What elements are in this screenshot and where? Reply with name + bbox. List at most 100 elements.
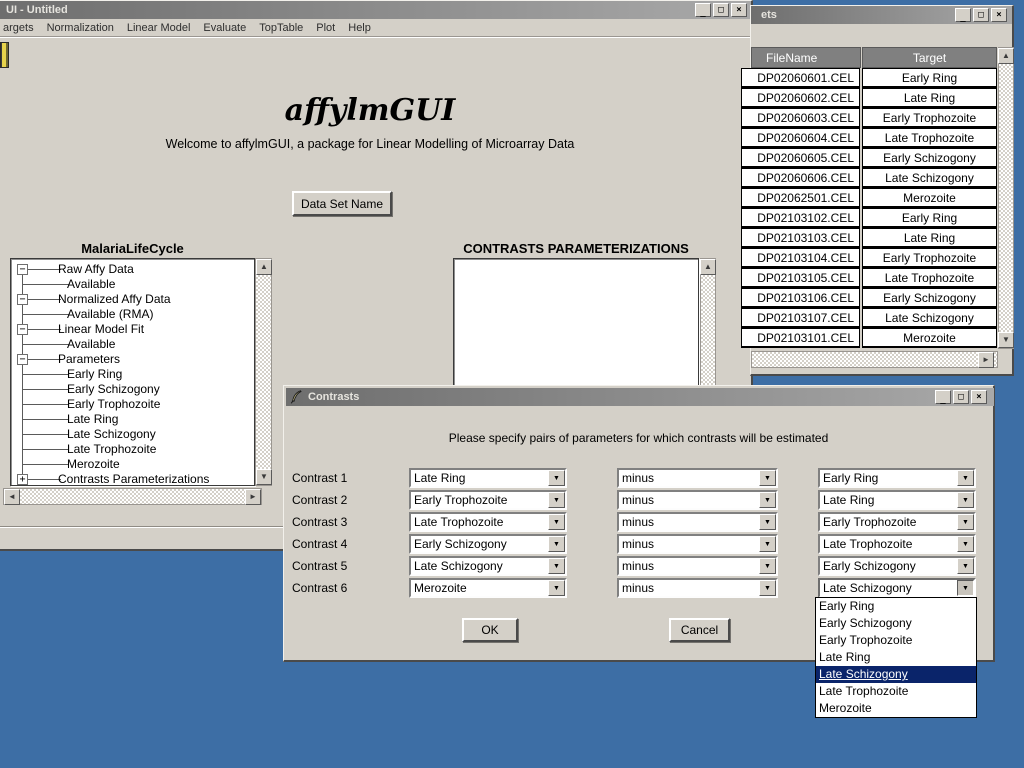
chevron-down-icon[interactable]: ▼ bbox=[759, 580, 776, 596]
tree-collapse-icon[interactable]: − bbox=[17, 324, 28, 335]
close-button[interactable]: × bbox=[991, 8, 1007, 22]
table-cell-file[interactable]: DP02062501.CEL bbox=[741, 188, 860, 208]
main-window-titlebar[interactable]: UI - Untitled bbox=[0, 1, 751, 19]
table-cell-target[interactable]: Late Ring bbox=[862, 88, 997, 108]
dropdown-option[interactable]: Early Trophozoite bbox=[816, 632, 976, 649]
dropdown-option[interactable]: Merozoite bbox=[816, 700, 976, 717]
chevron-down-icon[interactable]: ▼ bbox=[957, 580, 974, 596]
table-cell-file[interactable]: DP02103102.CEL bbox=[741, 208, 860, 228]
chevron-down-icon[interactable]: ▼ bbox=[759, 536, 776, 552]
table-cell-target[interactable]: Merozoite bbox=[862, 188, 997, 208]
dropdown-option-selected[interactable]: Late Schizogony bbox=[816, 666, 976, 683]
tree-item[interactable]: + Contrasts Parameterizations bbox=[11, 472, 254, 486]
tree-expand-icon[interactable]: + bbox=[17, 474, 28, 485]
tree-item[interactable]: Available bbox=[11, 277, 254, 292]
table-cell-file[interactable]: DP02103107.CEL bbox=[741, 308, 860, 328]
chevron-down-icon[interactable]: ▼ bbox=[548, 536, 565, 552]
table-cell-file[interactable]: DP02060601.CEL bbox=[741, 68, 860, 88]
chevron-down-icon[interactable]: ▼ bbox=[548, 492, 565, 508]
dropdown-option[interactable]: Late Trophozoite bbox=[816, 683, 976, 700]
tree-item[interactable]: − Parameters bbox=[11, 352, 254, 367]
contrast6-operator-dropdown[interactable]: minus▼ bbox=[617, 578, 778, 598]
table-cell-target[interactable]: Early Trophozoite bbox=[862, 108, 997, 128]
dropdown-option[interactable]: Late Ring bbox=[816, 649, 976, 666]
scroll-down-icon[interactable]: ▼ bbox=[998, 332, 1014, 348]
contrast1-param1-dropdown[interactable]: Late Ring▼ bbox=[409, 468, 567, 488]
menu-linear-model[interactable]: Linear Model bbox=[127, 22, 191, 34]
contrasts-dialog-titlebar[interactable]: Contrasts bbox=[286, 388, 994, 406]
contrast2-param1-dropdown[interactable]: Early Trophozoite▼ bbox=[409, 490, 567, 510]
table-cell-target[interactable]: Early Schizogony bbox=[862, 148, 997, 168]
contrast1-param2-dropdown[interactable]: Early Ring▼ bbox=[818, 468, 976, 488]
contrast3-operator-dropdown[interactable]: minus▼ bbox=[617, 512, 778, 532]
table-cell-file[interactable]: DP02103105.CEL bbox=[741, 268, 860, 288]
tree-item[interactable]: Early Ring bbox=[11, 367, 254, 382]
menu-toptable[interactable]: TopTable bbox=[259, 22, 303, 34]
table-cell-target[interactable]: Late Trophozoite bbox=[862, 128, 997, 148]
table-cell-file[interactable]: DP02060606.CEL bbox=[741, 168, 860, 188]
table-cell-file[interactable]: DP02060603.CEL bbox=[741, 108, 860, 128]
tree-item[interactable]: Late Ring bbox=[11, 412, 254, 427]
contrast2-param2-dropdown[interactable]: Late Ring▼ bbox=[818, 490, 976, 510]
tree-item[interactable]: Early Trophozoite bbox=[11, 397, 254, 412]
ok-button[interactable]: OK bbox=[462, 618, 518, 642]
chevron-down-icon[interactable]: ▼ bbox=[759, 470, 776, 486]
tree-item[interactable]: Late Trophozoite bbox=[11, 442, 254, 457]
dataset-name-button[interactable]: Data Set Name bbox=[292, 191, 392, 216]
cancel-button[interactable]: Cancel bbox=[669, 618, 730, 642]
chevron-down-icon[interactable]: ▼ bbox=[957, 492, 974, 508]
minimize-button[interactable]: _ bbox=[935, 390, 951, 404]
scroll-left-icon[interactable]: ◄ bbox=[4, 489, 20, 505]
targets-hscrollbar[interactable]: ► bbox=[751, 351, 998, 368]
tree-item[interactable]: − Linear Model Fit bbox=[11, 322, 254, 337]
tree-vscrollbar[interactable]: ▲ ▼ bbox=[255, 258, 272, 486]
tree-item[interactable]: − Raw Affy Data bbox=[11, 262, 254, 277]
table-cell-file[interactable]: DP02103106.CEL bbox=[741, 288, 860, 308]
tree-item[interactable]: Available (RMA) bbox=[11, 307, 254, 322]
contrast3-param2-dropdown[interactable]: Early Trophozoite▼ bbox=[818, 512, 976, 532]
scroll-up-icon[interactable]: ▲ bbox=[998, 48, 1014, 64]
chevron-down-icon[interactable]: ▼ bbox=[759, 492, 776, 508]
minimize-button[interactable]: _ bbox=[695, 3, 711, 17]
chevron-down-icon[interactable]: ▼ bbox=[548, 580, 565, 596]
menu-normalization[interactable]: Normalization bbox=[47, 22, 114, 34]
tree-item[interactable]: Merozoite bbox=[11, 457, 254, 472]
contrast6-param1-dropdown[interactable]: Merozoite▼ bbox=[409, 578, 567, 598]
chevron-down-icon[interactable]: ▼ bbox=[548, 514, 565, 530]
close-button[interactable]: × bbox=[971, 390, 987, 404]
table-cell-target[interactable]: Early Ring bbox=[862, 208, 997, 228]
table-cell-file[interactable]: DP02060602.CEL bbox=[741, 88, 860, 108]
scroll-down-icon[interactable]: ▼ bbox=[256, 469, 272, 485]
chevron-down-icon[interactable]: ▼ bbox=[759, 514, 776, 530]
contrast5-param1-dropdown[interactable]: Late Schizogony▼ bbox=[409, 556, 567, 576]
table-cell-file[interactable]: DP02060605.CEL bbox=[741, 148, 860, 168]
contrast2-operator-dropdown[interactable]: minus▼ bbox=[617, 490, 778, 510]
table-cell-target[interactable]: Merozoite bbox=[862, 328, 997, 348]
menu-evaluate[interactable]: Evaluate bbox=[203, 22, 246, 34]
table-cell-file[interactable]: DP02060604.CEL bbox=[741, 128, 860, 148]
chevron-down-icon[interactable]: ▼ bbox=[957, 470, 974, 486]
table-cell-target[interactable]: Late Ring bbox=[862, 228, 997, 248]
menu-targets[interactable]: argets bbox=[3, 22, 34, 34]
tree-collapse-icon[interactable]: − bbox=[17, 294, 28, 305]
dropdown-option[interactable]: Early Schizogony bbox=[816, 615, 976, 632]
tree-item[interactable]: Available bbox=[11, 337, 254, 352]
scroll-right-icon[interactable]: ► bbox=[978, 352, 994, 368]
toolbar-icon[interactable] bbox=[0, 42, 9, 68]
maximize-button[interactable]: □ bbox=[713, 3, 729, 17]
table-cell-target[interactable]: Early Ring bbox=[862, 68, 997, 88]
tree-hscrollbar[interactable]: ◄ ► bbox=[3, 488, 262, 505]
contrast4-param1-dropdown[interactable]: Early Schizogony▼ bbox=[409, 534, 567, 554]
chevron-down-icon[interactable]: ▼ bbox=[548, 558, 565, 574]
scroll-right-icon[interactable]: ► bbox=[245, 489, 261, 505]
chevron-down-icon[interactable]: ▼ bbox=[957, 558, 974, 574]
tree-item[interactable]: Early Schizogony bbox=[11, 382, 254, 397]
minimize-button[interactable]: _ bbox=[955, 8, 971, 22]
close-button[interactable]: × bbox=[731, 3, 747, 17]
tree-item[interactable]: Late Schizogony bbox=[11, 427, 254, 442]
contrast6-param2-dropdown[interactable]: Late Schizogony▼ bbox=[818, 578, 976, 598]
tree-collapse-icon[interactable]: − bbox=[17, 354, 28, 365]
chevron-down-icon[interactable]: ▼ bbox=[957, 536, 974, 552]
chevron-down-icon[interactable]: ▼ bbox=[957, 514, 974, 530]
menu-help[interactable]: Help bbox=[348, 22, 371, 34]
